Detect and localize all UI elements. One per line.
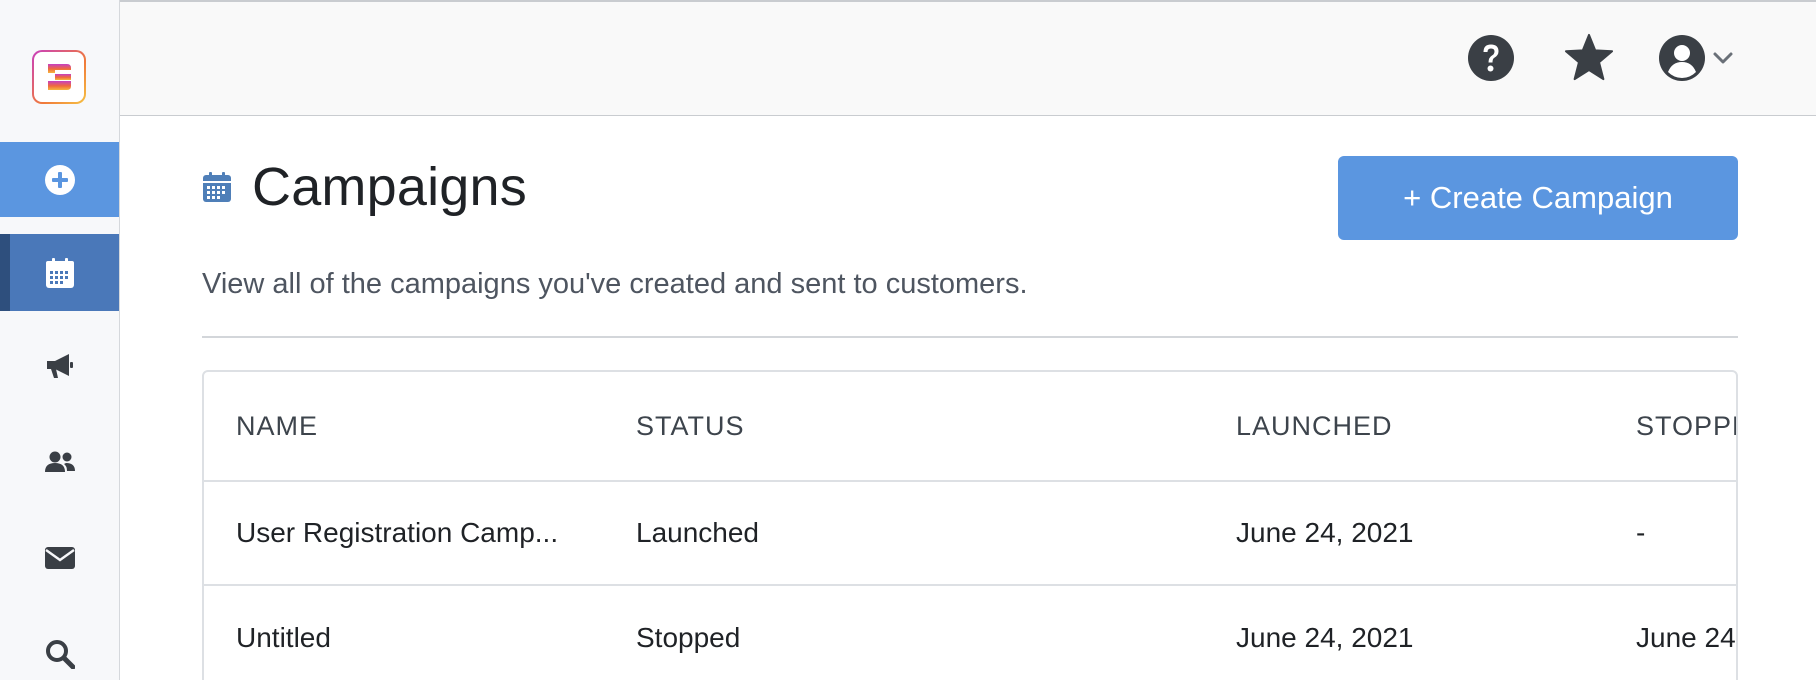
campaign-name[interactable]: User Registration Camp... xyxy=(236,482,558,584)
sidebar-item-create[interactable] xyxy=(0,142,119,217)
table-header-row: NAME STATUS LAUNCHED STOPPED xyxy=(204,372,1736,482)
campaign-stopped-date: - xyxy=(1636,517,1646,548)
help-button[interactable] xyxy=(1466,33,1516,83)
create-campaign-button[interactable]: + Create Campaign xyxy=(1338,156,1738,240)
plus-circle-icon xyxy=(44,164,75,195)
campaign-stopped-date: June 24, 2021 xyxy=(1636,622,1736,653)
main-content: Campaigns + Create Campaign View all of … xyxy=(120,116,1816,680)
column-header-name[interactable]: NAME xyxy=(236,372,318,480)
app-window: Campaigns + Create Campaign View all of … xyxy=(0,0,1816,680)
top-bar xyxy=(120,0,1816,116)
user-menu[interactable] xyxy=(1658,33,1754,83)
table-row[interactable]: User Registration Camp... Launched June … xyxy=(204,482,1736,586)
campaigns-table: NAME STATUS LAUNCHED STOPPED User Regist… xyxy=(202,370,1738,680)
envelope-icon xyxy=(44,547,75,569)
page-header: Campaigns xyxy=(202,160,527,214)
question-circle-icon xyxy=(1468,35,1514,81)
sidebar-item-broadcasts[interactable] xyxy=(0,328,119,404)
megaphone-icon xyxy=(46,354,73,378)
page-subtitle: View all of the campaigns you've created… xyxy=(202,268,1028,300)
chevron-down-icon xyxy=(1713,52,1733,64)
column-header-launched[interactable]: LAUNCHED xyxy=(1236,372,1393,480)
sidebar-item-messages[interactable] xyxy=(0,520,119,596)
logo-mark-icon xyxy=(48,64,71,90)
page-title: Campaigns xyxy=(252,157,527,217)
brand-logo[interactable] xyxy=(32,50,86,104)
calendar-icon xyxy=(203,172,231,202)
sidebar xyxy=(0,0,120,680)
campaign-name[interactable]: Untitled xyxy=(236,586,331,680)
column-header-status[interactable]: STATUS xyxy=(636,372,745,480)
sidebar-item-search[interactable] xyxy=(0,616,119,680)
favorites-button[interactable] xyxy=(1564,33,1614,83)
users-icon xyxy=(44,451,75,472)
section-divider xyxy=(202,336,1738,338)
table-row[interactable]: Untitled Stopped June 24, 2021 June 24, … xyxy=(204,586,1736,680)
user-circle-icon xyxy=(1659,35,1705,81)
campaign-launched-date: June 24, 2021 xyxy=(1236,517,1414,548)
campaign-launched-date: June 24, 2021 xyxy=(1236,622,1414,653)
star-icon xyxy=(1564,33,1614,81)
campaign-status: Launched xyxy=(636,517,760,548)
sidebar-item-campaigns[interactable] xyxy=(0,234,119,311)
search-icon xyxy=(45,640,75,669)
calendar-icon xyxy=(45,257,74,288)
sidebar-item-people[interactable] xyxy=(0,424,119,500)
column-header-stopped[interactable]: STOPPED xyxy=(1636,372,1736,480)
campaign-status: Stopped xyxy=(636,622,741,653)
